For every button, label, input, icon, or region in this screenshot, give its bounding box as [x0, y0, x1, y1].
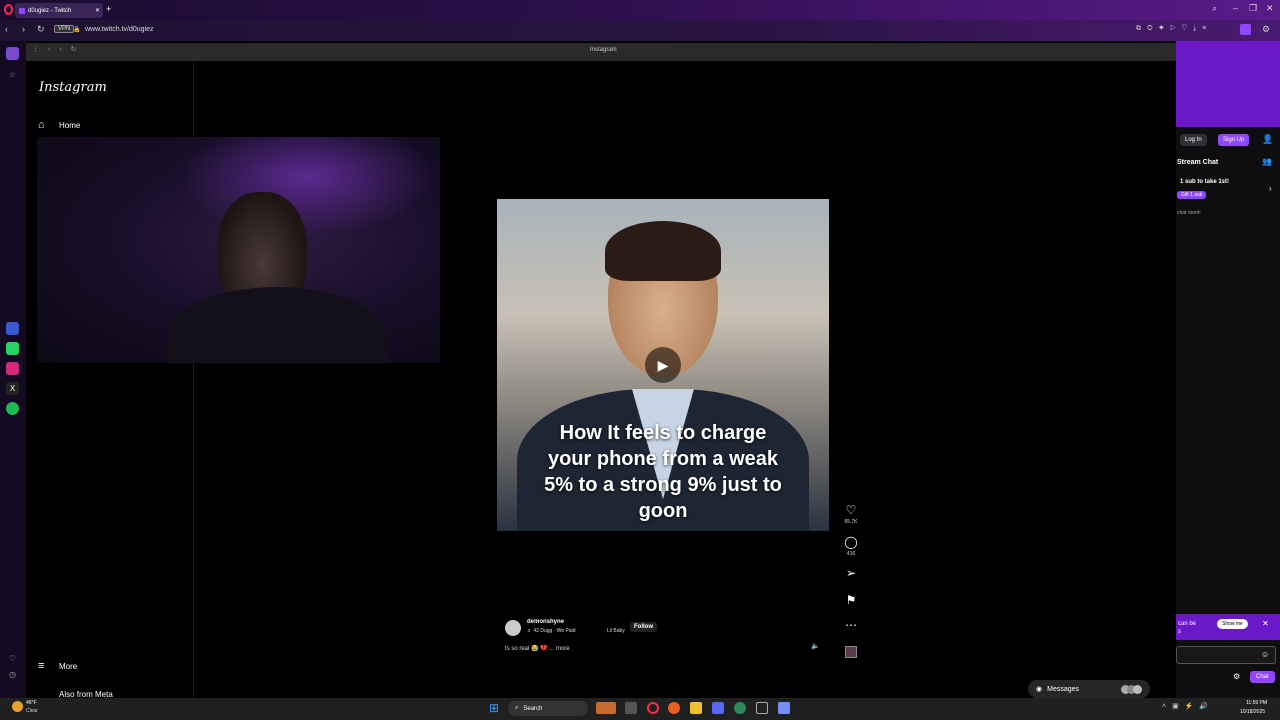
pin-icon[interactable]: ☆	[6, 68, 19, 81]
taskbar-search[interactable]: ⌕ Search	[508, 701, 588, 716]
avatar[interactable]	[505, 620, 521, 636]
show-me-button[interactable]: Show me	[1217, 619, 1248, 629]
url-field[interactable]: www.twitch.tv/d0ugiez	[85, 26, 153, 33]
taskbar-app-3[interactable]	[734, 702, 746, 714]
instagram-logo[interactable]: Instagram	[39, 80, 107, 95]
inner-page-title: Instagram	[590, 47, 617, 53]
history-icon[interactable]: ◷	[6, 668, 19, 681]
more-options-icon[interactable]: ⋯	[843, 618, 859, 632]
video-caption: How It feels to charge your phone from a…	[544, 422, 782, 522]
nav-more[interactable]: More	[59, 662, 77, 671]
stream-chat-title: Stream Chat	[1177, 159, 1219, 166]
gift-sub-button[interactable]: Gift 1 sub	[1177, 191, 1207, 199]
clock-date[interactable]: 10/18/2025	[1240, 709, 1265, 715]
clock-time[interactable]: 11:59 PM	[1246, 700, 1267, 706]
instagram-icon[interactable]	[6, 362, 19, 375]
search-icon: ⌕	[515, 705, 519, 711]
like-count: 65.7K	[844, 519, 858, 525]
emoji-icon[interactable]: ☺	[1261, 650, 1269, 659]
browser-logo-icon[interactable]	[4, 4, 13, 15]
share-icon[interactable]: ➢	[843, 566, 859, 580]
messenger-icon: ◉	[1036, 686, 1043, 693]
vpn-badge[interactable]: VPN	[54, 25, 75, 33]
browser-tab[interactable]: d0ugiez - Twitch ✕	[15, 3, 103, 18]
workspace-icon[interactable]	[6, 47, 19, 60]
spotify-icon[interactable]	[6, 402, 19, 415]
profile-icon[interactable]	[1240, 24, 1251, 35]
extension-icons[interactable]: ⧉◎✦▷♡⤓≡	[1136, 25, 1212, 33]
audio-track[interactable]: ♬ 42 Dugg · We Paid	[527, 628, 576, 634]
promo-text: can be s	[1178, 621, 1197, 635]
tab-close-icon[interactable]: ✕	[95, 7, 100, 14]
save-icon[interactable]: ⚑	[843, 593, 859, 607]
tab-title: d0ugiez - Twitch	[28, 7, 72, 14]
weather-condition[interactable]: Clear	[26, 708, 38, 714]
close-window-icon[interactable]: ✕	[1266, 3, 1274, 14]
chat-users-icon[interactable]: 👥	[1262, 157, 1272, 166]
reload-icon[interactable]: ↻	[37, 24, 45, 35]
gear-icon[interactable]: ⚙	[1233, 672, 1240, 681]
follow-button[interactable]: Follow	[630, 622, 657, 632]
user-icon[interactable]: 👤	[1262, 134, 1273, 145]
webcam-light	[177, 137, 437, 237]
comment-count: 416	[846, 551, 856, 557]
play-icon[interactable]: ▶	[645, 347, 681, 383]
inner-nav-icons[interactable]: ⋮‹›↻	[32, 45, 86, 53]
taskbar-app-1[interactable]	[596, 702, 616, 714]
new-tab-button[interactable]: +	[106, 4, 111, 14]
app-icon[interactable]	[6, 322, 19, 335]
forward-icon[interactable]: ›	[22, 24, 25, 34]
home-icon[interactable]: ⌂	[38, 119, 45, 131]
search-tabs-icon[interactable]: ⌕	[1212, 3, 1217, 14]
discord-icon[interactable]	[712, 702, 724, 714]
post-description[interactable]: ts so real 😭 💔 ... more	[505, 645, 570, 652]
chat-send-button[interactable]: Chat	[1250, 671, 1275, 683]
whatsapp-icon[interactable]	[6, 342, 19, 355]
taskbar-app-5[interactable]	[778, 702, 790, 714]
x-icon[interactable]: X	[6, 382, 19, 395]
taskbar	[0, 698, 1280, 720]
like-icon[interactable]: ♡	[843, 503, 859, 517]
twitch-banner	[1176, 41, 1280, 127]
username[interactable]: demonshyne	[527, 619, 564, 625]
opera-icon[interactable]	[647, 702, 659, 714]
minimize-icon[interactable]: –	[1233, 3, 1238, 13]
signup-button[interactable]: Sign Up	[1218, 134, 1250, 146]
twitch-favicon-icon	[19, 7, 25, 14]
close-icon[interactable]: ✕	[1262, 619, 1269, 628]
address-bar	[0, 20, 1280, 41]
streamer-body	[167, 287, 387, 363]
chevron-right-icon[interactable]: ›	[1269, 184, 1272, 193]
taskbar-app-4[interactable]	[756, 702, 768, 714]
message-avatars	[1121, 684, 1142, 694]
nav-home[interactable]: Home	[59, 121, 80, 130]
back-icon[interactable]: ‹	[5, 24, 8, 34]
heart-icon[interactable]: ♡	[6, 652, 19, 665]
messages-button[interactable]: ◉ Messages	[1028, 680, 1150, 698]
weather-temperature[interactable]: 46°F	[26, 700, 37, 706]
sound-icon[interactable]: 🔈	[811, 642, 820, 650]
comment-icon[interactable]: ◯	[843, 535, 859, 549]
messages-label: Messages	[1047, 685, 1080, 693]
welcome-text: chat room!	[1177, 210, 1201, 216]
menu-icon[interactable]: ≡	[38, 660, 44, 672]
weather-icon[interactable]	[12, 701, 23, 712]
webcam-overlay	[37, 137, 440, 363]
login-button[interactable]: Log In	[1180, 134, 1207, 146]
file-explorer-icon[interactable]	[690, 702, 702, 714]
maximize-icon[interactable]: ❐	[1249, 3, 1257, 14]
system-tray-icons[interactable]: ˄▣⚡🔊	[1162, 702, 1214, 710]
browser-tab-bar	[0, 0, 1280, 20]
video-hair	[605, 221, 721, 281]
windows-start-icon[interactable]: ⊞	[489, 701, 499, 715]
search-label: Search	[523, 705, 543, 712]
task-view-icon[interactable]	[625, 702, 637, 714]
settings-icon[interactable]: ⚙	[1262, 24, 1270, 35]
lock-icon: 🔒	[73, 27, 81, 33]
taskbar-app-2[interactable]	[668, 702, 680, 714]
audio-artist[interactable]: Lil Baby	[607, 628, 625, 634]
sub-goal-text: 1 sub to take 1st!	[1180, 179, 1230, 185]
audio-thumbnail[interactable]	[845, 646, 857, 658]
